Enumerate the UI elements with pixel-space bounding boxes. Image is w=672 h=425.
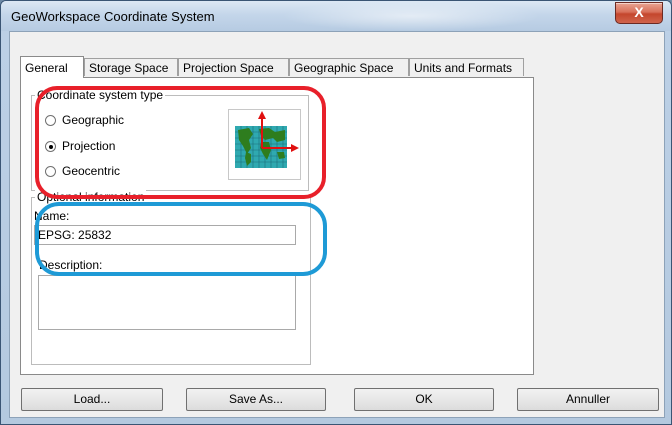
window-title: GeoWorkspace Coordinate System: [11, 9, 215, 24]
tab-panel-general: Coordinate system type Geographic Projec…: [20, 77, 534, 375]
radio-geographic[interactable]: Geographic: [45, 112, 124, 128]
radio-label-geocentric: Geocentric: [62, 164, 121, 178]
coordinate-system-type-legend: Coordinate system type: [35, 88, 166, 102]
tab-storage-space[interactable]: Storage Space: [84, 58, 178, 76]
tab-general[interactable]: General: [20, 56, 84, 78]
cancel-button[interactable]: Annuller: [517, 388, 659, 411]
close-button[interactable]: X: [615, 2, 663, 24]
load-button[interactable]: Load...: [21, 388, 163, 411]
radio-button-icon[interactable]: [45, 115, 56, 126]
name-label: Name:: [34, 209, 70, 223]
tab-units-and-formats[interactable]: Units and Formats: [409, 58, 524, 76]
description-label: Description:: [39, 258, 103, 272]
radio-geocentric[interactable]: Geocentric: [45, 163, 120, 179]
optional-information-group: Optional information Name: EPSG: 25832 D…: [31, 190, 311, 365]
radio-button-checked-icon[interactable]: [45, 141, 56, 152]
tab-geographic-space[interactable]: Geographic Space: [289, 58, 409, 76]
dialog-window: GeoWorkspace Coordinate System X General…: [0, 0, 672, 425]
radio-label-geographic: Geographic: [62, 113, 125, 127]
title-bar-glare: [281, 1, 541, 31]
dialog-client-area: General Storage Space Projection Space G…: [9, 31, 665, 418]
description-field[interactable]: [38, 275, 296, 330]
optional-information-legend: Optional information: [35, 190, 147, 204]
radio-label-projection: Projection: [62, 139, 116, 153]
ok-button[interactable]: OK: [354, 388, 494, 411]
radio-button-icon[interactable]: [45, 166, 56, 177]
world-map-projection-icon: [228, 109, 301, 180]
name-field[interactable]: EPSG: 25832: [34, 225, 296, 245]
coordinate-system-type-group: Coordinate system type Geographic Projec…: [31, 88, 309, 191]
title-bar[interactable]: GeoWorkspace Coordinate System X: [1, 1, 671, 31]
radio-projection[interactable]: Projection: [45, 138, 115, 154]
tab-projection-space[interactable]: Projection Space: [178, 58, 289, 76]
save-as-button[interactable]: Save As...: [186, 388, 326, 411]
